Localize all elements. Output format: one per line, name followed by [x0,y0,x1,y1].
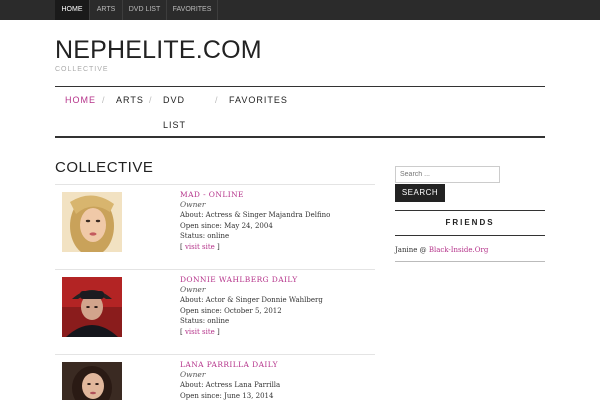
page-title: COLLECTIVE [55,159,154,176]
nav-dvd-list-line2[interactable]: LIST [163,120,186,130]
nav-favorites[interactable]: FAVORITES [229,95,288,105]
entry-thumbnail[interactable] [62,192,122,252]
friends-widget-title: FRIENDS [445,218,495,227]
nav-home[interactable]: HOME [65,95,96,105]
entry-about: About: Actress & Singer Majandra Delfino [180,211,331,219]
nav-divider-bottom [55,136,545,138]
visit-site-link[interactable]: visit site [185,243,215,251]
entry-title[interactable]: LANA PARRILLA DAILY [180,360,278,369]
nav-separator: / [215,95,218,105]
portrait-image [62,362,122,400]
portrait-image [62,192,122,252]
nav-divider-top [55,86,545,87]
bracket-close: ] [214,328,220,336]
entry-title[interactable]: MAD - ONLINE [180,190,244,199]
top-menu-home[interactable]: HOME [55,0,90,20]
entry-thumbnail[interactable] [62,362,122,400]
widget-divider-top [395,210,545,211]
nav-separator: / [102,95,105,105]
top-menu-dvd-list[interactable]: DVD LIST [123,0,167,20]
title-divider [55,184,375,185]
entry-open-date: Open since: May 24, 2004 [180,222,273,230]
entry-visit: [ visit site ] [180,328,220,336]
search-button[interactable]: SEARCH [395,184,445,202]
entry-status: Status: online [180,317,230,325]
entry-open-date: Open since: October 5, 2012 [180,307,282,315]
nav-separator: / [149,95,152,105]
entry-open-date: Open since: June 13, 2014 [180,392,274,400]
nav-dvd-list[interactable]: DVD [163,95,185,105]
entry-title[interactable]: DONNIE WAHLBERG DAILY [180,275,298,284]
entry-role: Owner [180,285,206,294]
nav-arts[interactable]: ARTS [116,95,144,105]
top-menu-arts[interactable]: ARTS [90,0,123,20]
entry-about: About: Actor & Singer Donnie Wahlberg [180,296,323,304]
entry-role: Owner [180,370,206,379]
widget-divider-bottom [395,261,545,262]
bracket-close: ] [214,243,220,251]
nav-dvd-list-line1: DVD [163,95,186,105]
entry-thumbnail[interactable] [62,277,122,337]
entry-divider [55,269,375,270]
entry-about: About: Actress Lana Parrilla [180,381,281,389]
entry-visit: [ visit site ] [180,243,220,251]
search-input[interactable] [395,166,500,183]
site-title[interactable]: NEPHELITE.COM [55,36,262,65]
friend-link[interactable]: Black-Inside.Org [429,246,488,254]
widget-divider [395,235,545,236]
entry-role: Owner [180,200,206,209]
friend-entry: Janine @ Black-Inside.Org [395,246,488,254]
top-menu-favorites[interactable]: FAVORITES [167,0,218,20]
entry-divider [55,354,375,355]
portrait-image [62,277,122,337]
entry-status: Status: online [180,232,230,240]
visit-site-link[interactable]: visit site [185,328,215,336]
top-menu-bar: HOME ARTS DVD LIST FAVORITES [0,0,600,20]
site-description: COLLECTIVE [55,66,109,73]
friend-name: Janine @ [395,246,429,254]
